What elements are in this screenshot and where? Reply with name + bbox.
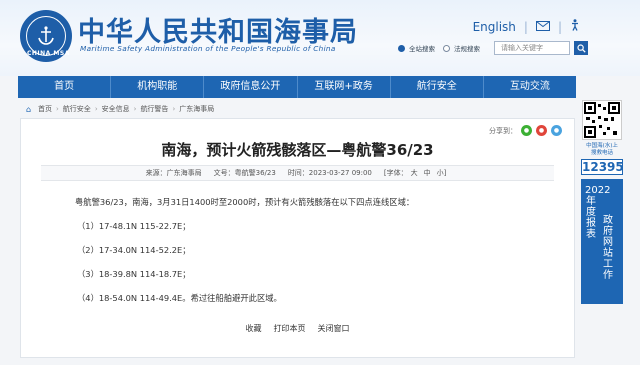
point-4: （4）18-54.0N 114-49.4E。希过往船舶避开此区域。 [77,293,282,303]
report-year: 2022年度报表 [585,185,611,240]
crumb-guangdong[interactable]: 广东海事局 [179,104,214,114]
search-bar: 全站搜索 法规搜索 请输入关键字 [398,41,588,55]
qr-code [582,100,622,140]
crumb-sep: › [172,105,176,113]
article-meta: 来源：广东海事局 文号：粤航警36/23 时间：2023-03-27 09:00… [41,165,554,181]
nav-internet-gov[interactable]: 互联网+政务 [298,76,391,98]
report-text: 政府网站工作 [603,215,613,281]
search-button[interactable] [574,41,588,55]
point-1: （1）17-48.1N 115-22.7E； [77,221,191,231]
logo-text: CHINA MSA [27,50,70,57]
site-subtitle: Maritime Safety Administration of the Pe… [80,44,336,53]
nav-home[interactable]: 首页 [18,76,112,98]
article-title: 南海，预计火箭残骸落区—粤航警36/23 [161,141,434,159]
wechat-icon[interactable]: ● [521,125,532,136]
weibo-icon[interactable]: ● [536,125,547,136]
mail-icon[interactable] [535,20,550,34]
law-search-radio[interactable] [443,44,450,52]
breadcrumb: ⌂ 首页 › 航行安全 › 安全信息 › 航行警告 › 广东海事局 [26,104,214,114]
crumb-safety-info[interactable]: 安全信息 [102,104,130,114]
meta-doc-no: 文号：粤航警36/23 [213,169,276,177]
font-small-button[interactable]: 小] [437,169,447,177]
home-icon: ⌂ [26,104,32,114]
close-window-button[interactable]: 关闭窗口 [318,323,350,334]
article-body: 粤航警36/23，南海，3月31日1400时至2000时，预计有火箭残骸落在以下… [75,197,534,317]
share-label: 分享到： [489,126,517,135]
point-2: （2）17-34.0N 114-52.2E； [77,245,191,255]
nav-interaction[interactable]: 互动交流 [484,76,576,98]
hotline-number[interactable]: 12395 [581,159,624,175]
search-input[interactable]: 请输入关键字 [494,41,570,55]
crumb-nav-safety[interactable]: 航行安全 [63,104,91,114]
divider: | [557,19,562,34]
side-panel: 中国海(水)上 搜救电话 12395 2022年度报表 政府网站工作 [579,100,625,304]
meta-source: 来源：广东海事局 [145,169,202,177]
font-label: [字体： [383,169,408,177]
favorite-button[interactable]: 收藏 [246,323,262,334]
crumb-home[interactable]: 首页 [38,104,52,114]
font-mid-button[interactable]: 中 [424,169,431,177]
share-bar: 分享到： ● ● ● [489,125,562,136]
main-nav: 首页 机构职能 政府信息公开 互联网+政务 航行安全 互动交流 [18,76,576,98]
accessibility-icon[interactable] [570,19,580,34]
site-search-radio[interactable] [398,44,405,52]
qq-icon[interactable]: ● [551,125,562,136]
crumb-sep: › [56,105,59,113]
crumb-sep: › [133,105,137,113]
crumb-nav-warning[interactable]: 航行警告 [140,104,168,114]
top-tools: English | | [473,19,580,34]
article-panel: 分享到： ● ● ● 南海，预计火箭残骸落区—粤航警36/23 来源：广东海事局… [20,118,575,358]
font-size-control: [字体：大中小] [384,168,449,178]
divider: | [523,19,528,34]
site-search-label: 全站搜索 [409,45,435,53]
font-large-button[interactable]: 大 [411,169,418,177]
site-header: CHINA MSA 中华人民共和国海事局 Maritime Safety Adm… [0,0,640,76]
search-icon [576,43,586,53]
nav-nav-safety[interactable]: 航行安全 [391,76,484,98]
article-actions: 收藏 打印本页 关闭窗口 [21,323,574,334]
annual-report-banner[interactable]: 2022年度报表 政府网站工作 [581,179,623,304]
point-3: （3）18-39.8N 114-18.7E； [77,269,191,279]
hotline-label: 中国海(水)上 搜救电话 [586,143,618,156]
nav-functions[interactable]: 机构职能 [111,76,205,98]
english-link[interactable]: English [473,20,516,34]
meta-time: 时间：2023-03-27 09:00 [287,169,372,177]
nav-gov-info[interactable]: 政府信息公开 [204,76,298,98]
print-button[interactable]: 打印本页 [274,323,306,334]
article-intro: 粤航警36/23，南海，3月31日1400时至2000时，预计有火箭残骸落在以下… [75,197,415,207]
crumb-sep: › [94,105,98,113]
law-search-label: 法规搜索 [454,45,480,53]
